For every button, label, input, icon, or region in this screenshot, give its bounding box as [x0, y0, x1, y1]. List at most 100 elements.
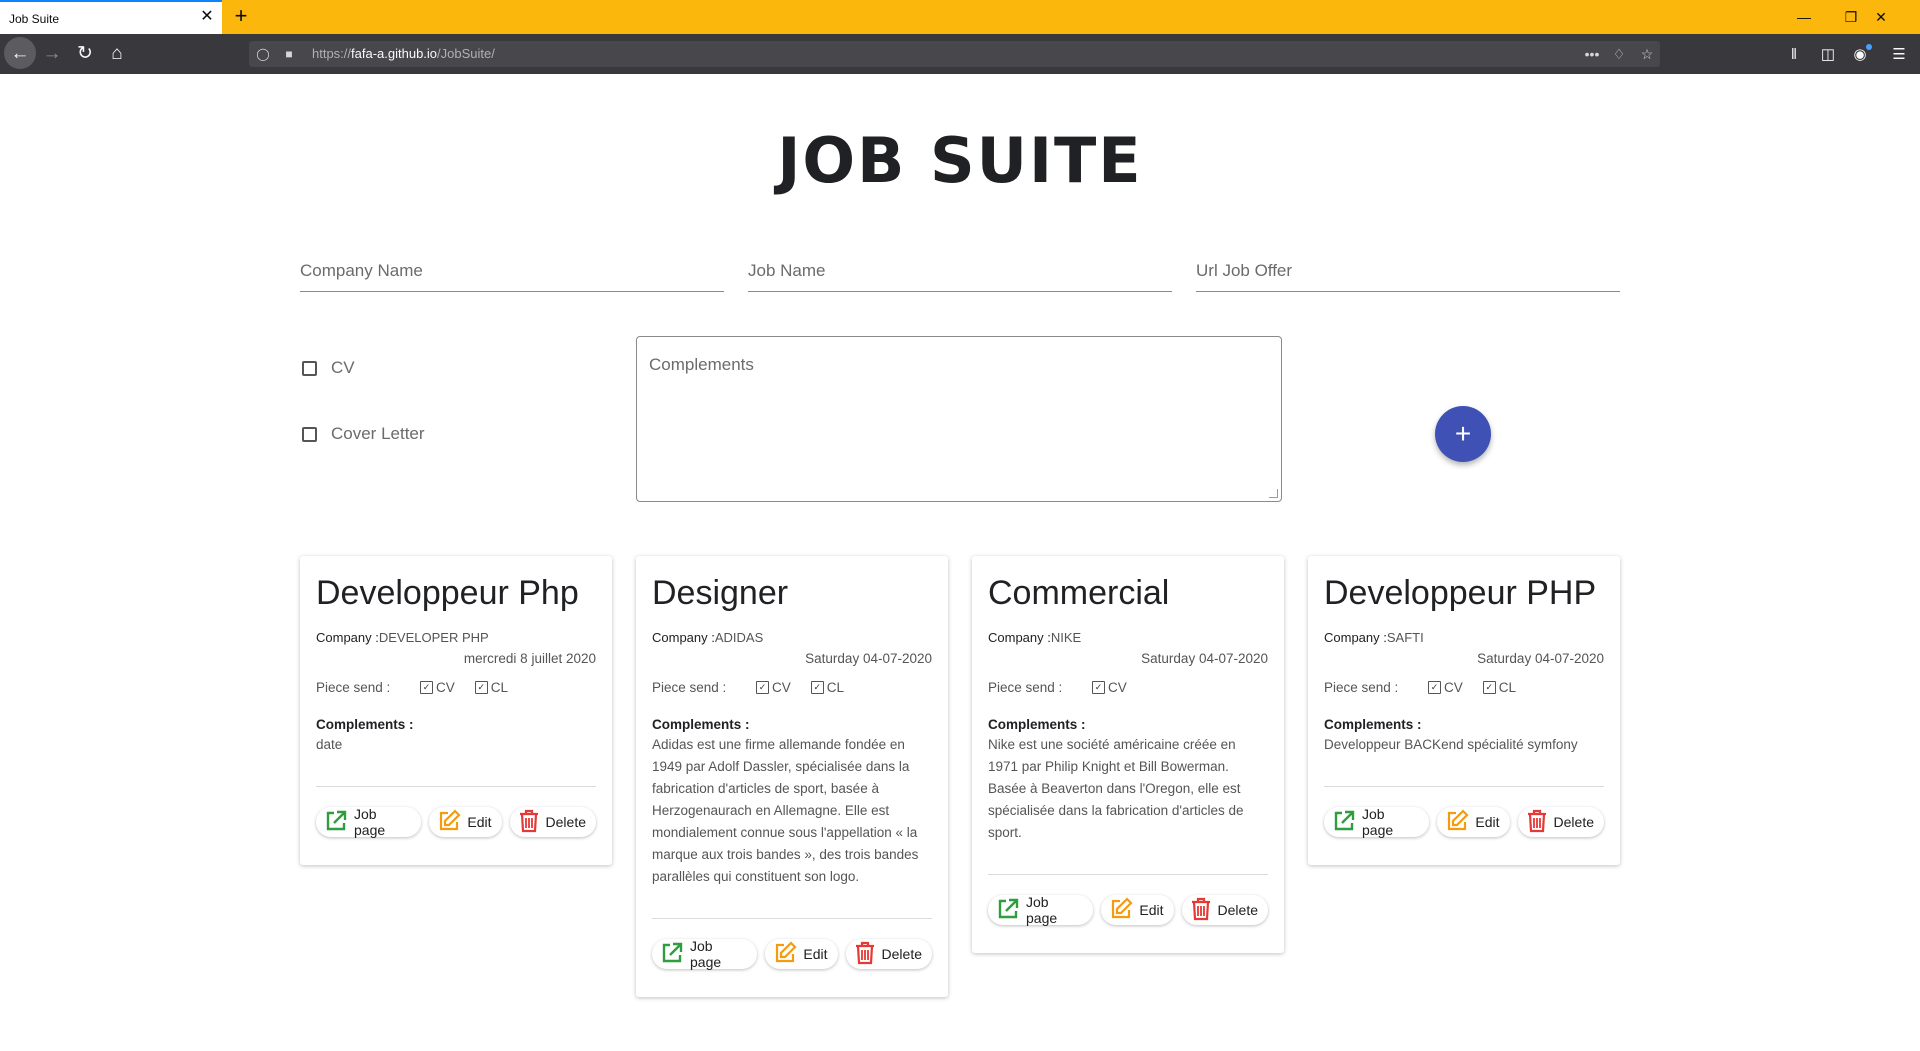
piece-send-label: Piece send : [988, 680, 1063, 695]
job-name-input[interactable] [748, 255, 1172, 281]
job-page-button[interactable]: Job page [316, 806, 422, 838]
cv-checkbox-row[interactable]: CV [302, 357, 355, 379]
restore-window-icon[interactable]: ❐ [1840, 6, 1862, 28]
tab-job-suite[interactable]: Job Suite ✕ [0, 0, 222, 34]
company-label: Company : [316, 630, 379, 645]
complements-label: Complements : [988, 717, 1086, 732]
job-page-button[interactable]: Job page [988, 894, 1094, 926]
checked-box-icon: ✓ [1428, 681, 1441, 694]
cover-letter-checkbox-row[interactable]: Cover Letter [302, 423, 425, 445]
complements-textarea[interactable] [637, 337, 1281, 501]
piece-label: CL [826, 680, 845, 695]
complements-field[interactable] [636, 336, 1282, 502]
edit-button[interactable]: Edit [1101, 895, 1174, 925]
edit-button[interactable]: Edit [1437, 807, 1510, 837]
card-actions: Job page Edit Delete [652, 919, 932, 997]
job-card: Commercial Company :NIKE Saturday 04-07-20… [972, 556, 1284, 953]
edit-button[interactable]: Edit [765, 939, 838, 969]
piece-label: CV [1444, 680, 1463, 695]
checked-box-icon: ✓ [1482, 681, 1496, 694]
edit-icon [1109, 896, 1139, 924]
library-icon[interactable]: ‖ [1783, 44, 1805, 66]
pieces-row: Piece send : ✓ CV ✓ CL [316, 680, 596, 695]
edit-label: Edit [1139, 902, 1164, 918]
forward-arrow-icon[interactable]: → [40, 43, 64, 65]
delete-label: Delete [545, 814, 586, 830]
reload-icon[interactable]: ↻ [73, 43, 97, 65]
company-label: Company : [652, 630, 715, 645]
delete-button[interactable]: Delete [509, 807, 596, 837]
url-job-offer-field[interactable] [1196, 255, 1620, 292]
company-value: SAFTI [1386, 630, 1424, 645]
company-label: Company : [1324, 630, 1387, 645]
job-name-field[interactable] [748, 255, 1172, 292]
delete-button[interactable]: Delete [1181, 895, 1268, 925]
cv-label: CV [331, 358, 355, 377]
trash-icon [518, 809, 546, 836]
back-arrow-icon[interactable]: ← [8, 43, 32, 65]
company-value: DEVELOPER PHP [378, 630, 489, 645]
piece-label: CL [1498, 680, 1517, 695]
resize-handle[interactable] [1269, 489, 1278, 498]
bookmark-star-icon[interactable]: ☆ [1637, 44, 1657, 64]
checked-box-icon: ✓ [474, 681, 488, 694]
checked-box-icon: ✓ [756, 681, 769, 694]
job-page-label: Job page [354, 806, 386, 838]
minimize-window-icon[interactable]: — [1793, 6, 1815, 28]
delete-label: Delete [881, 946, 922, 962]
complements-text: date [316, 737, 343, 752]
complements-text: Adidas est une firme allemande fondée en… [652, 737, 919, 884]
card-title: Developpeur PHP [1324, 574, 1597, 612]
card-date: mercredi 8 juillet 2020 [463, 651, 596, 666]
close-tab-icon[interactable]: ✕ [198, 8, 216, 26]
delete-button[interactable]: Delete [1517, 807, 1604, 837]
menu-icon[interactable]: ☰ [1888, 44, 1910, 66]
complements-label: Complements : [316, 717, 414, 732]
cover-letter-label: Cover Letter [331, 424, 425, 443]
new-tab-button[interactable]: + [230, 5, 252, 27]
close-window-icon[interactable]: ✕ [1870, 6, 1892, 28]
piece-label: CV [1108, 680, 1127, 695]
job-card: Designer Company :ADIDAS Saturday 04-07-20… [636, 556, 948, 997]
job-page-label: Job page [1362, 806, 1394, 838]
card-title: Developpeur Php [316, 574, 579, 612]
edit-label: Edit [467, 814, 492, 830]
piece-item: ✓ CV [756, 680, 791, 695]
add-job-button[interactable]: + [1435, 406, 1491, 462]
trash-icon [854, 941, 882, 968]
pocket-icon[interactable]: ♢ [1609, 44, 1629, 64]
sidebar-icon[interactable]: ◫ [1817, 44, 1839, 66]
url-text[interactable]: https://fafa-a.github.io/JobSuite/ [312, 46, 495, 61]
piece-send-label: Piece send : [316, 680, 391, 695]
edit-button[interactable]: Edit [429, 807, 502, 837]
page-actions-icon[interactable]: ••• [1582, 44, 1602, 64]
home-icon[interactable]: ⌂ [105, 43, 129, 65]
job-page-button[interactable]: Job page [652, 938, 758, 970]
company-line: Company :NIKE [988, 630, 1268, 646]
card-date: Saturday 04-07-2020 [1477, 651, 1604, 666]
complements-label: Complements : [1324, 717, 1422, 732]
complements-label: Complements : [652, 717, 750, 732]
cover-letter-checkbox[interactable] [302, 426, 317, 442]
job-page-label: Job page [690, 938, 722, 970]
lock-icon[interactable]: ■ [280, 45, 298, 63]
company-line: Company :ADIDAS [652, 630, 932, 646]
card-title: Commercial [988, 574, 1170, 612]
job-page-button[interactable]: Job page [1324, 806, 1430, 838]
piece-item: ✓ CV [1092, 680, 1127, 695]
company-value: NIKE [1050, 630, 1082, 645]
piece-item: ✓ CV [1428, 680, 1463, 695]
card-actions: Job page Edit Delete [316, 787, 596, 865]
delete-button[interactable]: Delete [845, 939, 932, 969]
url-job-offer-input[interactable] [1196, 255, 1620, 281]
piece-item: ✓ CV [420, 680, 455, 695]
piece-label: CV [436, 680, 455, 695]
edit-label: Edit [1475, 814, 1500, 830]
shield-icon[interactable]: ◯ [254, 45, 272, 63]
cv-checkbox[interactable] [302, 360, 317, 376]
company-name-input[interactable] [300, 255, 724, 281]
company-name-field[interactable] [300, 255, 724, 292]
checked-box-icon: ✓ [810, 681, 824, 694]
job-card: Developpeur PHP Company :SAFTI Saturday 04… [1308, 556, 1620, 865]
tab-strip: Job Suite ✕ + — ❐ ✕ [0, 0, 1920, 34]
